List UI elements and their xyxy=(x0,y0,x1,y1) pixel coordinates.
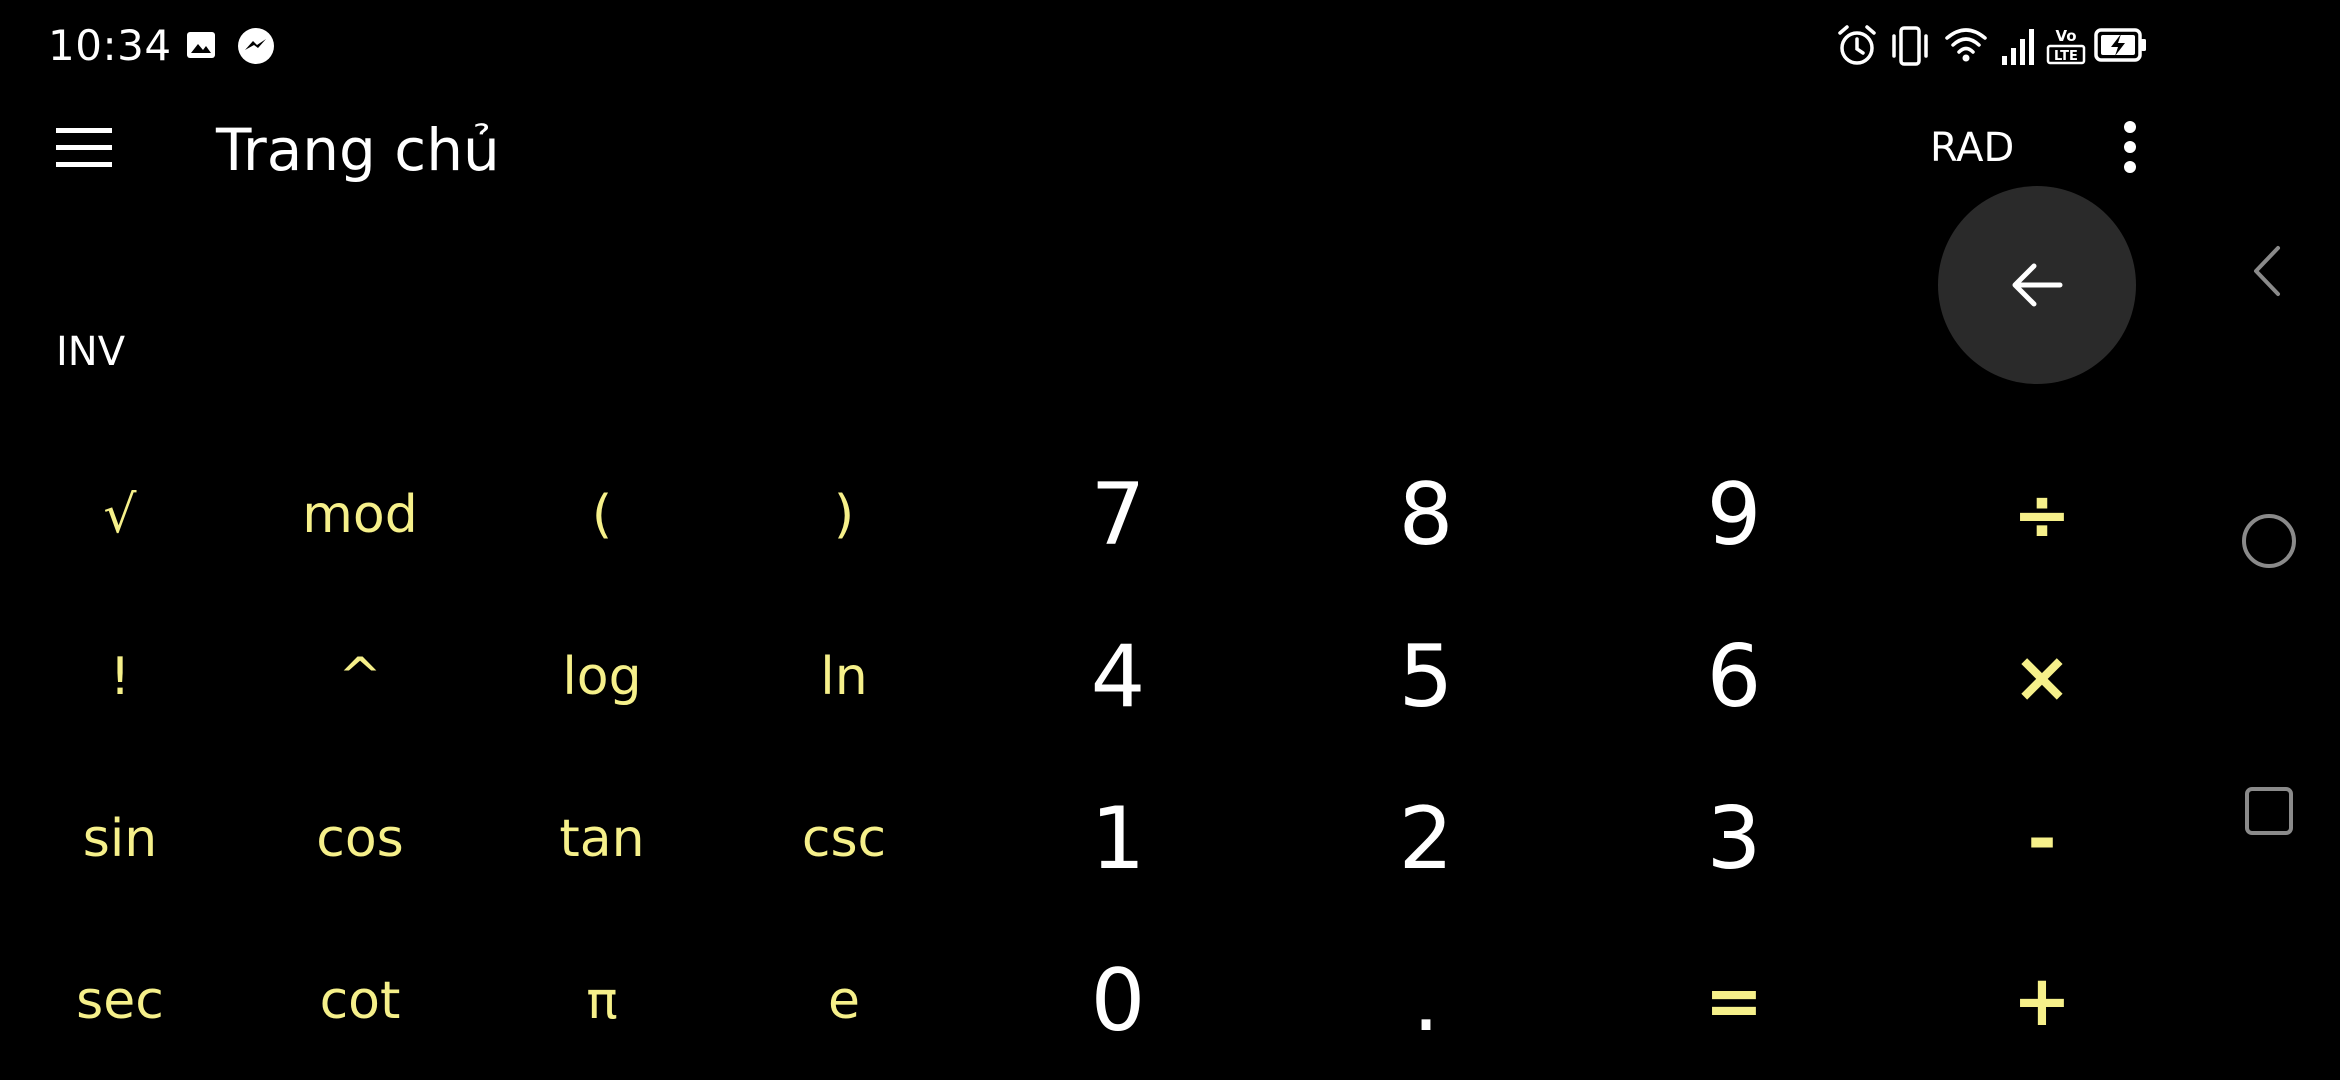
svg-text:LTE: LTE xyxy=(2054,49,2078,64)
key-3[interactable]: 3 xyxy=(1580,758,1888,920)
vibrate-icon xyxy=(1892,26,1928,66)
key-cos[interactable]: cos xyxy=(240,758,480,920)
key-cot[interactable]: cot xyxy=(240,920,480,1080)
key-log[interactable]: log xyxy=(482,596,722,758)
backspace-button[interactable] xyxy=(1938,186,2136,384)
image-icon xyxy=(187,32,215,58)
wifi-icon xyxy=(1945,28,1987,62)
key-5[interactable]: 5 xyxy=(1272,596,1580,758)
key-multiply[interactable]: × xyxy=(1888,596,2196,758)
more-vert-icon[interactable] xyxy=(2118,120,2142,174)
key-power[interactable]: ^ xyxy=(240,596,480,758)
keypad: √ mod ( ) 7 8 9 ÷ ! ^ log ln 4 5 6 × sin… xyxy=(0,434,2160,1080)
key-6[interactable]: 6 xyxy=(1580,596,1888,758)
alarm-icon xyxy=(1838,25,1876,65)
key-sec[interactable]: sec xyxy=(0,920,240,1080)
key-mod[interactable]: mod xyxy=(240,434,480,596)
home-icon[interactable] xyxy=(2240,512,2298,570)
page-title: Trang chủ xyxy=(216,116,500,184)
recents-icon[interactable] xyxy=(2244,786,2294,836)
key-open-paren[interactable]: ( xyxy=(482,434,722,596)
key-e[interactable]: e xyxy=(724,920,964,1080)
key-2[interactable]: 2 xyxy=(1272,758,1580,920)
key-factorial[interactable]: ! xyxy=(0,596,240,758)
messenger-icon xyxy=(238,28,274,64)
volte-lte-icon: Vo LTE xyxy=(2046,27,2086,65)
key-8[interactable]: 8 xyxy=(1272,434,1580,596)
key-0[interactable]: 0 xyxy=(964,920,1272,1080)
key-csc[interactable]: csc xyxy=(724,758,964,920)
key-pi[interactable]: π xyxy=(482,920,722,1080)
key-sqrt[interactable]: √ xyxy=(0,434,240,596)
back-icon[interactable] xyxy=(2250,244,2284,298)
key-equals[interactable]: = xyxy=(1580,920,1888,1080)
key-sin[interactable]: sin xyxy=(0,758,240,920)
key-add[interactable]: + xyxy=(1888,920,2196,1080)
key-ln[interactable]: ln xyxy=(724,596,964,758)
key-close-paren[interactable]: ) xyxy=(724,434,964,596)
navigation-bar xyxy=(2200,0,2340,1080)
key-9[interactable]: 9 xyxy=(1580,434,1888,596)
key-1[interactable]: 1 xyxy=(964,758,1272,920)
backspace-arrow-icon xyxy=(2012,263,2063,307)
signal-icon xyxy=(2002,29,2034,65)
key-4[interactable]: 4 xyxy=(964,596,1272,758)
status-time: 10:34 xyxy=(48,21,172,70)
key-divide[interactable]: ÷ xyxy=(1888,434,2196,596)
angle-mode-button[interactable]: RAD xyxy=(1930,122,2014,174)
battery-charging-icon xyxy=(2094,28,2146,62)
hamburger-menu-icon[interactable] xyxy=(56,128,112,168)
key-subtract[interactable]: - xyxy=(1888,758,2196,920)
inv-toggle[interactable]: INV xyxy=(56,326,125,378)
key-7[interactable]: 7 xyxy=(964,434,1272,596)
key-tan[interactable]: tan xyxy=(482,758,722,920)
svg-text:Vo: Vo xyxy=(2055,27,2076,45)
key-decimal[interactable]: . xyxy=(1272,920,1580,1080)
